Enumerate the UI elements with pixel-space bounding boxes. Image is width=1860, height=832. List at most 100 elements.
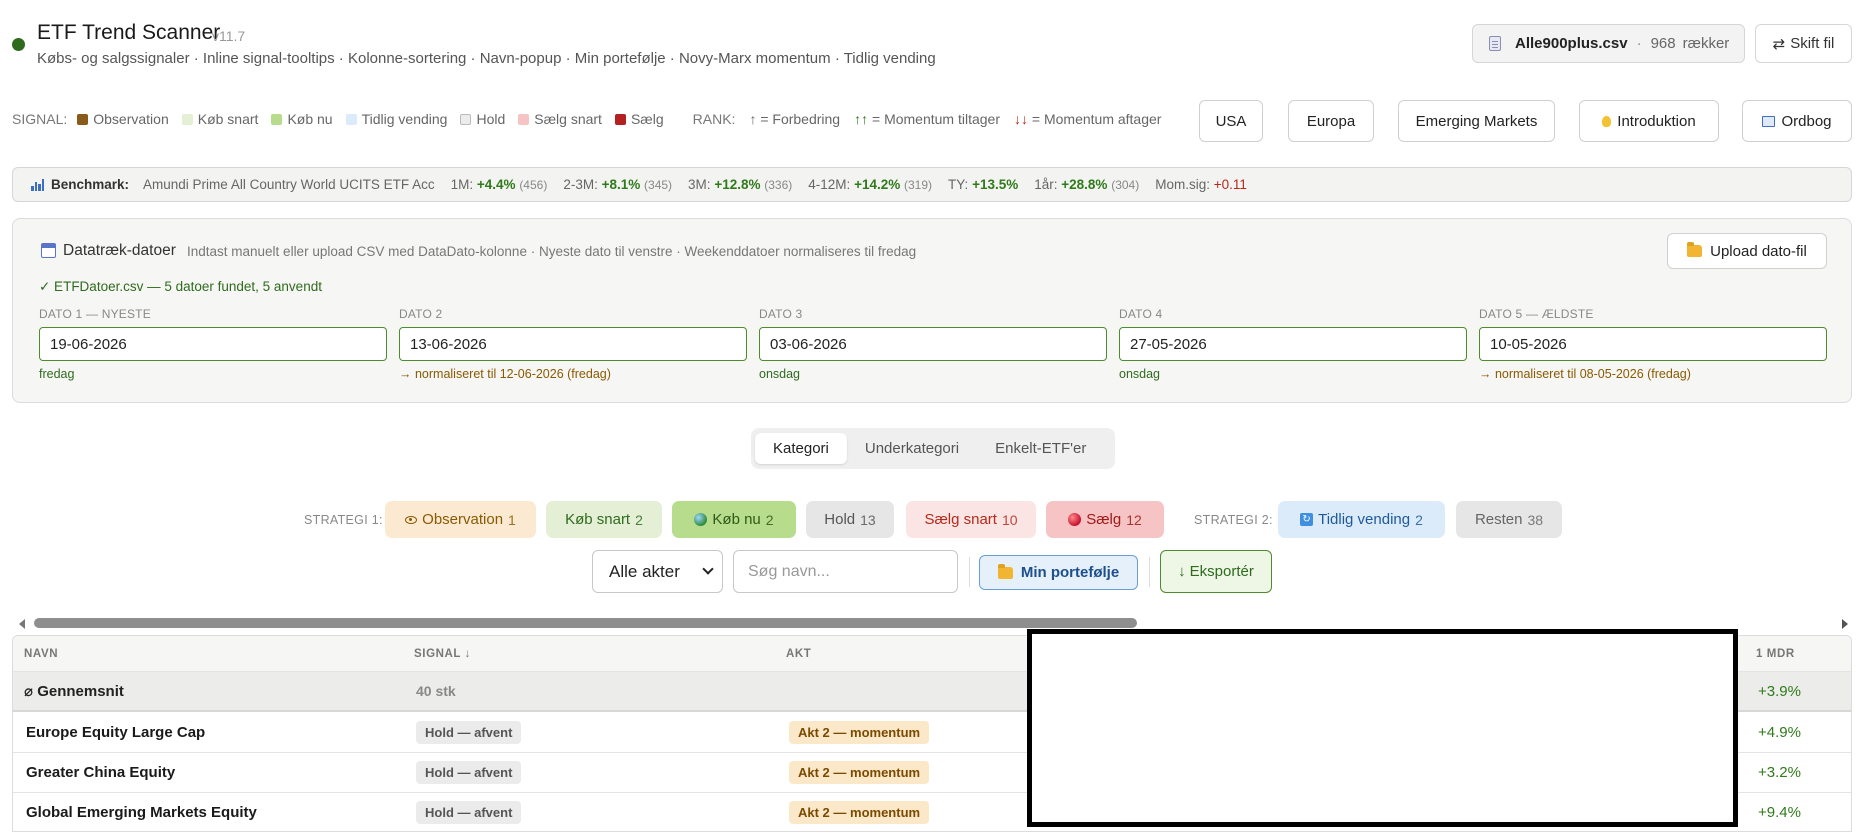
dates-panel-title: Datatræk-datoer <box>63 242 176 259</box>
akt-badge: Akt 2 — momentum <box>789 801 930 824</box>
tab-enkelt-etf[interactable]: Enkelt-ETF'er <box>977 433 1104 464</box>
export-label: Eksportér <box>1189 563 1254 580</box>
akt-filter-select[interactable]: Alle akter <box>592 550 723 593</box>
akt-badge: Akt 2 — momentum <box>789 761 930 784</box>
legend-label: Sælg <box>630 111 664 127</box>
legend-label: Køb snart <box>197 111 259 127</box>
region-button-usa[interactable]: USA <box>1199 100 1263 142</box>
date-label: DATO 1 — NYESTE <box>39 307 151 321</box>
chip-saelg-snart[interactable]: Sælg snart 10 <box>906 501 1036 538</box>
date-label: DATO 3 <box>759 307 803 321</box>
chip-count: 12 <box>1126 511 1142 528</box>
return-1mdr: +4.9% <box>1758 724 1801 741</box>
swatch-saelg-snart-icon <box>518 113 530 125</box>
download-arrow-icon: ↓ <box>1178 563 1186 580</box>
column-header-name[interactable]: NAVN <box>24 636 58 671</box>
stat-value: +13.5% <box>972 177 1019 192</box>
rows-label: rækker <box>1682 35 1730 52</box>
double-arrow-up-icon: ↑↑ <box>854 111 869 127</box>
date-input-3[interactable] <box>759 327 1107 361</box>
loaded-file-chip: Alle900plus.csv · 968 rækker <box>1472 24 1745 63</box>
search-name-input[interactable] <box>733 550 958 593</box>
swap-arrows-icon: ⇄ <box>1772 35 1786 53</box>
region-button-emerging-markets[interactable]: Emerging Markets <box>1398 100 1555 142</box>
legend-item-koeb-snart: Køb snart <box>181 111 259 127</box>
date-column-1: DATO 1 — NYESTE fredag <box>39 307 387 381</box>
swatch-koeb-nu-icon <box>271 113 283 125</box>
app-subtitle: Købs- og salgssignaler · Inline signal-t… <box>37 50 936 67</box>
benchmark-bar: Benchmark: Amundi Prime All Country Worl… <box>12 167 1852 202</box>
region-button-europa[interactable]: Europa <box>1288 100 1374 142</box>
date-note: onsdag <box>759 367 801 381</box>
date-input-2[interactable] <box>399 327 747 361</box>
date-label: DATO 5 — ÆLDSTE <box>1479 307 1594 321</box>
glossary-button[interactable]: Ordbog <box>1742 100 1852 142</box>
column-header-akt[interactable]: AKT <box>786 636 811 671</box>
app-header: ETF Trend Scanner v11.7 Købs- og salgssi… <box>0 0 1860 80</box>
stat-value: +0.11 <box>1213 177 1247 192</box>
stat-label: 3M: <box>688 177 711 192</box>
stat-label: 1år: <box>1034 177 1058 192</box>
swatch-hold-icon <box>460 113 472 125</box>
column-header-signal[interactable]: SIGNAL ↓ <box>414 636 471 671</box>
chip-hold[interactable]: Hold 13 <box>806 501 894 538</box>
legend-label: Tidlig vending <box>361 111 448 127</box>
chip-count: 13 <box>860 511 876 528</box>
glossary-label: Ordbog <box>1781 112 1832 130</box>
chevron-down-icon <box>702 563 714 575</box>
scroll-right-arrow-icon[interactable] <box>1842 619 1848 629</box>
stat-count: (304) <box>1111 178 1140 192</box>
chip-koeb-snart[interactable]: Køb snart 2 <box>546 501 662 538</box>
etf-name[interactable]: Greater China Equity <box>26 753 175 792</box>
upload-date-file-button[interactable]: Upload dato-fil <box>1667 233 1827 269</box>
benchmark-fund: Amundi Prime All Country World UCITS ETF… <box>143 177 435 192</box>
tab-underkategori[interactable]: Underkategori <box>847 433 977 464</box>
app-version: v11.7 <box>212 28 246 44</box>
date-note: → normaliseret til 08-05-2026 (fredag) <box>1479 367 1691 381</box>
date-input-5[interactable] <box>1479 327 1827 361</box>
date-input-1[interactable] <box>39 327 387 361</box>
chip-count: 2 <box>765 511 774 528</box>
benchmark-stat-1m: 1M: +4.4% (456) <box>451 177 548 192</box>
date-label: DATO 4 <box>1119 307 1163 321</box>
globe-icon <box>694 513 708 526</box>
stat-value: +8.1% <box>601 177 641 192</box>
etf-name[interactable]: Global Emerging Markets Equity <box>26 793 257 831</box>
refresh-icon: ↻ <box>1300 513 1314 526</box>
swatch-koeb-snart-icon <box>181 113 193 125</box>
chip-label: Sælg snart <box>924 511 997 528</box>
etf-name[interactable]: Europe Equity Large Cap <box>26 713 205 752</box>
stat-label: 4-12M: <box>808 177 851 192</box>
rank-text: = Momentum tiltager <box>872 111 1000 127</box>
akt-badge: Akt 2 — momentum <box>789 721 930 744</box>
scroll-left-arrow-icon[interactable] <box>19 619 25 629</box>
eye-icon <box>405 515 418 524</box>
file-name: Alle900plus.csv <box>1515 35 1628 52</box>
chip-saelg[interactable]: Sælg 12 <box>1046 501 1164 538</box>
chip-koeb-nu[interactable]: Køb nu 2 <box>672 501 796 538</box>
calendar-icon <box>41 243 56 258</box>
date-note: → normaliseret til 12-06-2026 (fredag) <box>399 367 611 381</box>
switch-file-button[interactable]: ⇄ Skift fil <box>1755 24 1852 63</box>
chip-resten[interactable]: Resten 38 <box>1456 501 1562 538</box>
tab-kategori[interactable]: Kategori <box>755 433 847 464</box>
my-portfolio-button[interactable]: Min portefølje <box>979 555 1138 590</box>
legend-item-koeb-nu: Køb nu <box>271 111 333 127</box>
chip-tidlig-vending[interactable]: ↻ Tidlig vending 2 <box>1278 501 1445 538</box>
column-header-1mdr[interactable]: 1 MDR <box>1756 636 1795 671</box>
folder-icon <box>997 563 1013 579</box>
legend-label: Køb nu <box>287 111 333 127</box>
chip-observation[interactable]: Observation 1 <box>385 501 536 538</box>
chip-label: Resten <box>1474 511 1523 528</box>
legend-label: Hold <box>476 111 506 127</box>
stat-count: (345) <box>644 178 673 192</box>
legend-label: Observation <box>93 111 169 127</box>
average-1mdr: +3.9% <box>1758 682 1801 700</box>
date-column-5: DATO 5 — ÆLDSTE → normaliseret til 08-05… <box>1479 307 1827 381</box>
date-input-4[interactable] <box>1119 327 1467 361</box>
book-icon <box>1762 115 1776 127</box>
introduction-button[interactable]: Introduktion <box>1579 100 1719 142</box>
export-button[interactable]: ↓ Eksportér <box>1160 550 1272 593</box>
scrollbar-thumb[interactable] <box>34 618 1137 628</box>
swatch-observation-icon <box>77 113 89 125</box>
